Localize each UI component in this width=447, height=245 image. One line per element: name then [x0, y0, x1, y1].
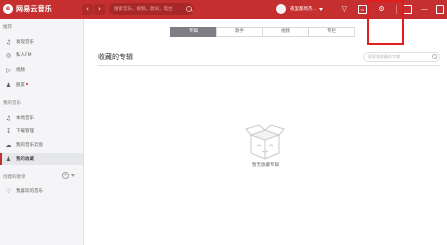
sidebar-item-liked-music[interactable]: ♡ 我喜欢的音乐 — [0, 185, 83, 197]
add-playlist-icon[interactable]: + — [62, 172, 69, 179]
sidebar-item-fm[interactable]: ◎ 私人FM — [0, 49, 83, 61]
collection-tabs: 专辑 歌手 视频 专栏 — [170, 27, 355, 37]
minimize-icon[interactable]: — — [420, 5, 429, 14]
divider — [98, 65, 440, 66]
sidebar-item-label: 我的收藏 — [16, 157, 34, 162]
search-icon[interactable] — [431, 53, 439, 61]
playlist-actions: + — [62, 172, 75, 179]
music-note-icon: ♫ — [5, 114, 12, 122]
maximize-icon[interactable] — [436, 5, 444, 14]
sidebar-item-cloud-drive[interactable]: ☁ 我的音乐云盘 — [0, 139, 83, 151]
empty-box-illustration — [245, 124, 285, 160]
forward-button[interactable]: › — [94, 4, 105, 15]
mini-mode-icon[interactable] — [403, 5, 412, 14]
video-icon: ▷ — [6, 66, 11, 74]
sidebar-item-video[interactable]: ▷ 视频 — [0, 64, 83, 76]
back-button[interactable]: ‹ — [82, 4, 93, 15]
sidebar-item-label: 朋友 — [16, 83, 25, 88]
netease-logo-icon: e — [3, 4, 13, 14]
radio-icon: ◎ — [5, 51, 12, 59]
sidebar-item-local-music[interactable]: ♫ 本地音乐 — [0, 112, 83, 124]
sidebar-item-label: 本地音乐 — [16, 116, 34, 121]
sidebar-group-recommend: 推荐 — [3, 25, 12, 30]
download-icon: ↧ — [5, 127, 12, 135]
username[interactable]: 夜里都周杰... — [290, 6, 317, 12]
main-content: 专辑 歌手 视频 专栏 收藏的专辑 搜索我收藏的专辑 暂无收藏专辑 — [84, 0, 447, 245]
friends-icon: ♟ — [5, 81, 12, 89]
heart-icon: ♡ — [5, 187, 12, 195]
tab-videos[interactable]: 视频 — [262, 27, 309, 37]
music-note-icon: ♫ — [5, 38, 12, 46]
app-name: 网易云音乐 — [16, 5, 52, 13]
highlight-box — [367, 0, 404, 45]
sidebar-item-collection[interactable]: ♟ 我的收藏 — [0, 153, 83, 165]
album-search-input[interactable]: 搜索我收藏的专辑 — [363, 52, 440, 62]
collection-icon: ♟ — [5, 155, 12, 163]
search-placeholder: 搜索音乐，视频，歌词，电台 — [114, 7, 173, 12]
search-input[interactable]: 搜索音乐，视频，歌词，电台 — [109, 3, 194, 15]
sidebar-item-label: 发现音乐 — [16, 40, 34, 45]
sidebar-item-label: 视频 — [16, 68, 25, 73]
sidebar-item-discover[interactable]: ♫ 发现音乐 — [0, 36, 83, 48]
album-search-placeholder: 搜索我收藏的专辑 — [368, 54, 400, 59]
message-icon[interactable]: ▭ — [358, 5, 367, 14]
user-menu[interactable]: 夜里都周杰... — [276, 4, 323, 14]
tab-albums[interactable]: 专辑 — [170, 27, 217, 37]
chevron-down-icon[interactable] — [318, 7, 323, 11]
skin-icon[interactable]: ▽ — [340, 5, 349, 14]
sidebar: 推荐 ♫ 发现音乐 ◎ 私人FM ▷ 视频 ♟ 朋友 我的音乐 ♫ 本地音乐 ↧… — [0, 19, 84, 245]
sidebar-item-label: 私人FM — [16, 53, 32, 58]
page-title: 收藏的专辑 — [98, 53, 133, 61]
search-icon[interactable] — [184, 3, 194, 15]
app-logo[interactable]: e 网易云音乐 — [3, 4, 52, 14]
sidebar-group-playlists: 创建的歌单 — [3, 175, 26, 180]
sidebar-item-downloads[interactable]: ↧ 下载管理 — [0, 125, 83, 137]
cloud-icon: ☁ — [5, 141, 12, 149]
tab-artists[interactable]: 歌手 — [216, 27, 263, 37]
sidebar-item-friends[interactable]: ♟ 朋友 — [0, 79, 83, 91]
sidebar-group-my-music: 我的音乐 — [3, 101, 21, 106]
empty-state-text: 暂无收藏专辑 — [252, 163, 279, 168]
notification-dot — [26, 82, 28, 85]
nav-buttons: ‹ › — [82, 4, 105, 15]
sidebar-item-label: 下载管理 — [16, 129, 34, 134]
tab-columns[interactable]: 专栏 — [308, 27, 355, 37]
avatar[interactable] — [276, 4, 286, 14]
chevron-down-icon[interactable] — [71, 174, 75, 177]
sidebar-item-label: 我的音乐云盘 — [16, 143, 43, 148]
sidebar-item-label: 我喜欢的音乐 — [16, 189, 43, 194]
